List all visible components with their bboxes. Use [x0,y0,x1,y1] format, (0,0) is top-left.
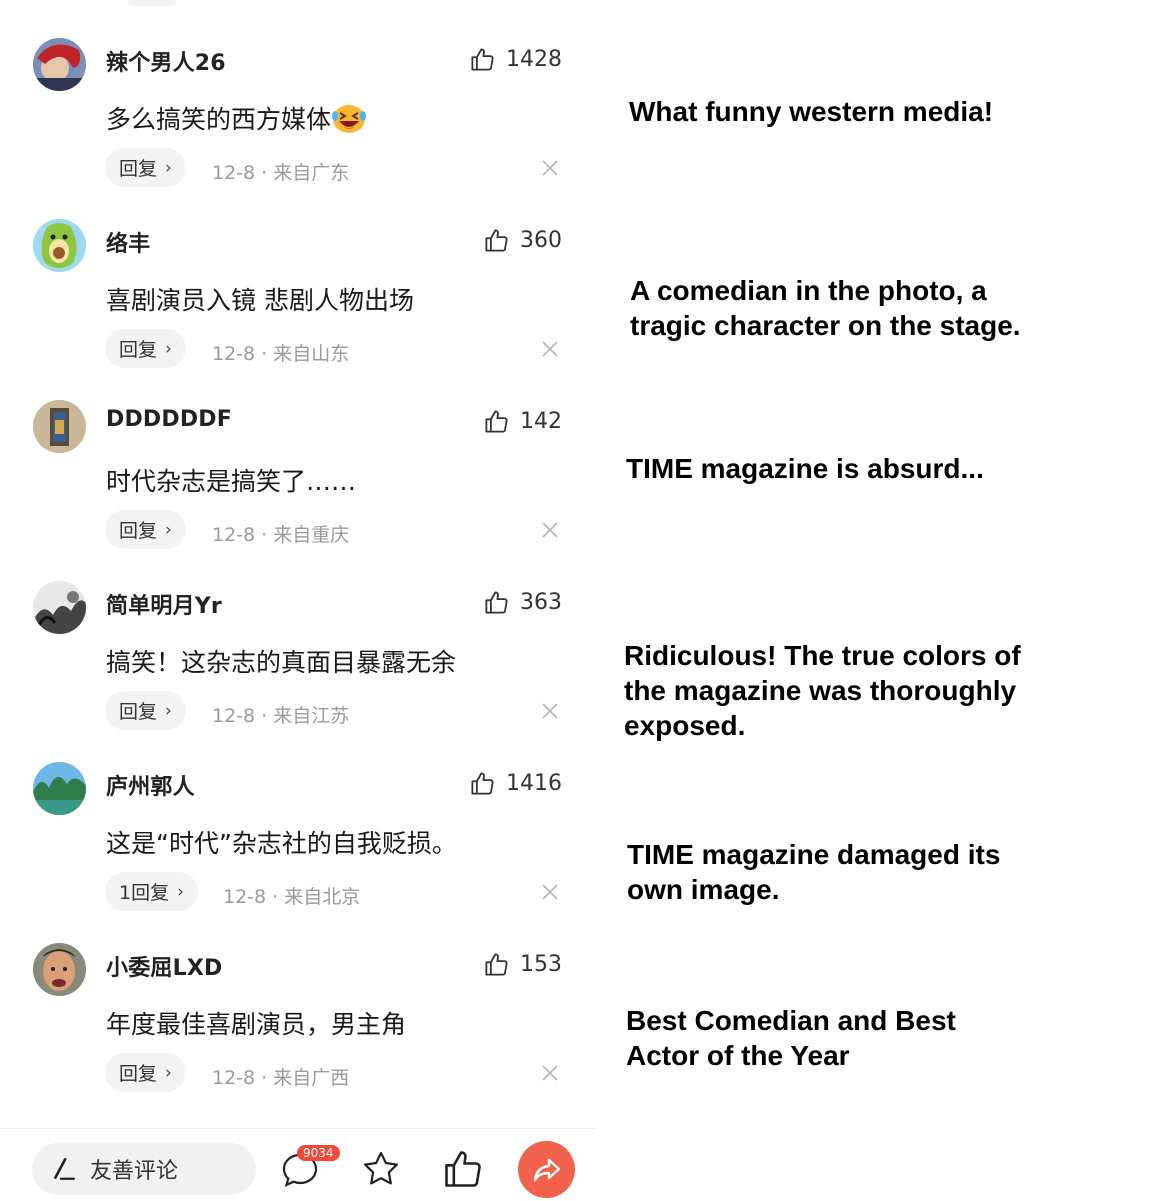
translation-3: Ridiculous! The true colors of the magaz… [624,638,1021,743]
like-count: 363 [520,589,562,615]
comment-text-body: 多么搞笑的西方媒体 [106,105,332,134]
bottom-action-bar: 友善评论 [0,1128,595,1201]
comment-meta: 12-8 · 来自广西 [212,1067,350,1089]
chevron-right-icon: › [165,157,172,178]
comment-input[interactable]: 友善评论 [32,1143,256,1195]
reply-label: 回复 [119,339,158,361]
translation-line: exposed. [624,710,746,741]
translation-line: TIME magazine damaged its [627,839,1001,870]
comment-text: 喜剧演员入镜 悲剧人物出场 [106,286,414,315]
thumbs-up-icon[interactable] [441,1147,485,1191]
translation-line: Best Comedian and Best [626,1005,956,1036]
comment-item: 络丰 360 喜剧演员入镜 悲剧人物出场 回复 › 12-8 · 来自山东 [0,181,595,368]
translation-line: tragic character on the stage. [630,310,1021,341]
translation-0: What funny western media! [629,94,993,129]
close-icon[interactable] [541,883,559,901]
username[interactable]: DDDDDDF [106,407,232,432]
comment-item: 辣个男人26 1428 多么搞笑的西方媒体 回复 › 12-8 · 来自广东 [0,0,595,187]
laughing-crying-emoji-icon [332,105,367,133]
avatar[interactable] [33,219,86,272]
like-button[interactable]: 1416 [469,768,562,798]
avatar[interactable] [33,400,86,453]
username[interactable]: 辣个男人26 [106,45,226,77]
thumbs-up-icon [485,228,508,252]
reply-label: 回复 [119,1063,158,1085]
translation-5: Best Comedian and Best Actor of the Year [626,1003,956,1073]
translation-2: TIME magazine is absurd... [626,451,984,486]
like-count: 1428 [506,46,562,72]
share-icon [533,1158,560,1181]
thumbs-up-icon [471,771,494,795]
close-icon[interactable] [541,340,559,358]
avatar[interactable] [33,581,86,634]
close-icon[interactable] [541,159,559,177]
comment-text: 多么搞笑的西方媒体 [106,100,367,136]
translation-4: TIME magazine damaged its own image. [627,837,1000,907]
like-button[interactable]: 360 [483,225,562,255]
translation-1: A comedian in the photo, a tragic charac… [630,273,1021,343]
chevron-right-icon: › [177,881,184,902]
translation-line: Actor of the Year [626,1040,850,1071]
like-button[interactable]: 153 [483,949,562,979]
like-button[interactable]: 142 [483,406,562,436]
thumbs-up-icon [485,952,508,976]
comment-count-badge: 9034 [297,1145,340,1161]
thumbs-up-icon [485,590,508,614]
chevron-right-icon: › [165,519,172,540]
translation-line: What funny western media! [629,96,994,127]
username[interactable]: 庐州郭人 [106,769,195,801]
pencil-icon [54,1157,75,1180]
translation-line: own image. [627,874,780,905]
star-icon[interactable] [359,1147,403,1191]
avatar[interactable] [33,943,86,996]
like-count: 153 [520,951,562,977]
translation-line: Ridiculous! The true colors of [624,640,1021,671]
reply-label: 回复 [119,158,158,180]
comment-item: 小委屈LXD 153 年度最佳喜剧演员，男主角 回复 › 12-8 · 来自广西 [0,905,595,1092]
username[interactable]: 小委屈LXD [106,950,222,982]
comment-text: 年度最佳喜剧演员，男主角 [106,1010,407,1039]
chevron-right-icon: › [165,338,172,359]
reply-label: 1回复 [119,882,170,904]
translation-line: the magazine was thoroughly [624,675,1017,706]
reply-label: 回复 [119,701,158,723]
close-icon[interactable] [541,1064,559,1082]
close-icon[interactable] [541,521,559,539]
like-count: 360 [520,227,562,253]
translation-line: TIME magazine is absurd... [626,453,984,484]
comment-text: 这是“时代”杂志社的自我贬损。 [106,829,457,858]
username[interactable]: 简单明月Yr [106,588,222,620]
thumbs-up-icon [485,409,508,433]
comment-item: DDDDDDF 142 时代杂志是搞笑了…… 回复 › 12-8 · 来自重庆 [0,362,595,549]
translation-line: A comedian in the photo, a [630,275,987,306]
like-count: 1416 [506,770,562,796]
reply-button[interactable]: 回复 › [105,1053,186,1092]
close-icon[interactable] [541,702,559,720]
share-button[interactable] [518,1141,575,1198]
chevron-right-icon: › [165,1062,172,1083]
like-button[interactable]: 363 [483,587,562,617]
comment-text: 搞笑！这杂志的真面目暴露无余 [106,648,457,677]
chevron-right-icon: › [165,700,172,721]
comment-item: 庐州郭人 1416 这是“时代”杂志社的自我贬损。 1回复 › 12-8 · 来自… [0,724,595,911]
reply-label: 回复 [119,520,158,542]
comment-item: 简单明月Yr 363 搞笑！这杂志的真面目暴露无余 回复 › 12-8 · 来自江… [0,543,595,730]
comment-list: 辣个男人26 1428 多么搞笑的西方媒体 回复 › 12-8 · 来自广东 络丰… [0,0,595,1201]
avatar[interactable] [33,762,86,815]
comment-input-placeholder: 友善评论 [90,1159,179,1184]
avatar[interactable] [33,38,86,91]
username[interactable]: 络丰 [106,226,150,258]
like-button[interactable]: 1428 [469,44,562,74]
thumbs-up-icon [471,47,494,71]
comment-text: 时代杂志是搞笑了…… [106,467,357,496]
like-count: 142 [520,408,562,434]
